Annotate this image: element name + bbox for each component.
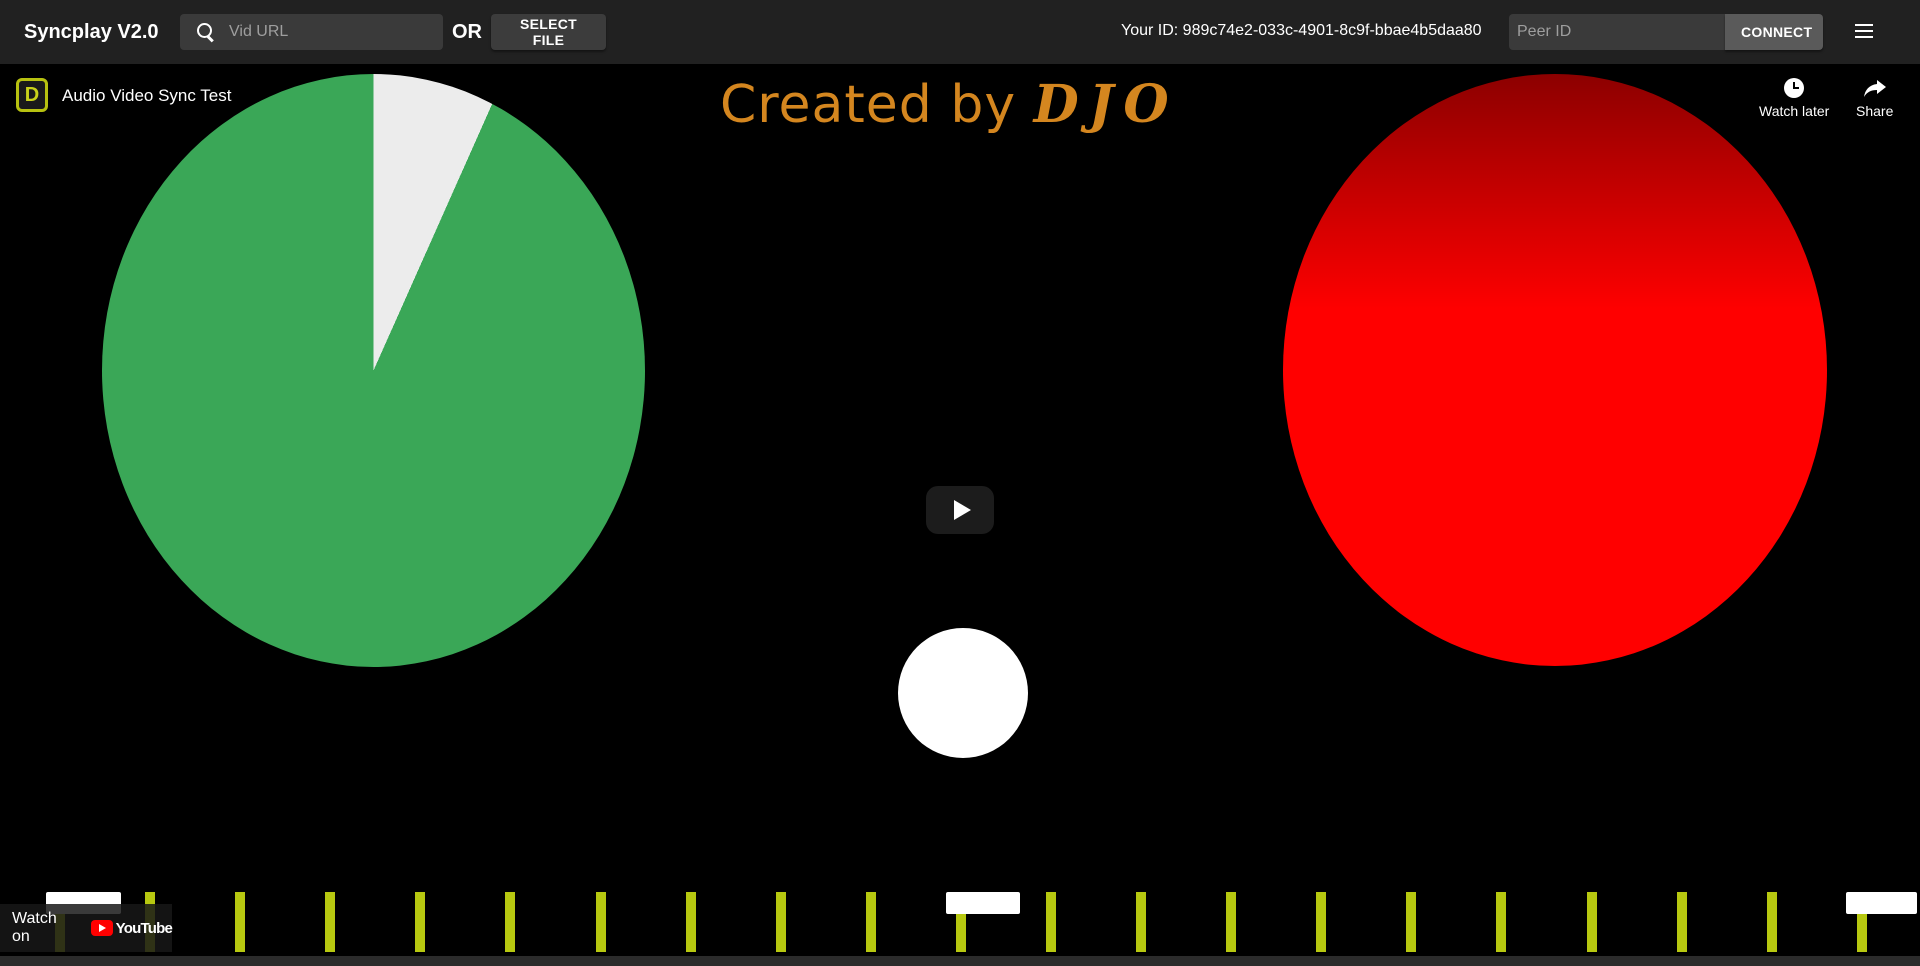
- green-pie-circle: [102, 74, 645, 667]
- sync-bar: [686, 892, 696, 952]
- connect-button[interactable]: CONNECT: [1725, 14, 1823, 50]
- white-marker: [946, 892, 1020, 914]
- white-marker: [1846, 892, 1917, 914]
- sync-bar: [596, 892, 606, 952]
- app-bar: Syncplay V2.0 OR SELECT FILE Your ID: 98…: [0, 0, 1920, 64]
- watch-later-label: Watch later: [1759, 103, 1830, 119]
- white-dot: [898, 628, 1028, 758]
- watch-on-label: Watch on: [12, 910, 57, 945]
- sync-bar: [1316, 892, 1326, 952]
- select-file-button[interactable]: SELECT FILE: [491, 14, 606, 50]
- sync-bar: [1226, 892, 1236, 952]
- sync-bar: [415, 892, 425, 952]
- hamburger-menu-icon[interactable]: [1855, 24, 1873, 38]
- youtube-wordmark: YouTube: [115, 919, 173, 937]
- sync-bar: [1046, 892, 1056, 952]
- sync-bar: [776, 892, 786, 952]
- sync-bar: [1496, 892, 1506, 952]
- youtube-play-icon: [90, 920, 113, 936]
- sync-bar: [1406, 892, 1416, 952]
- vid-url-input[interactable]: [229, 23, 429, 41]
- sync-bar: [1136, 892, 1146, 952]
- sync-bar: [325, 892, 335, 952]
- video-player[interactable]: Created by DJO D Audio Video Sync Test W…: [0, 64, 1920, 956]
- created-by-text: Created by: [720, 75, 1017, 135]
- sync-bar: [1677, 892, 1687, 952]
- share-button[interactable]: Share: [1856, 78, 1893, 119]
- clock-icon: [1784, 78, 1805, 98]
- sync-bar: [505, 892, 515, 952]
- channel-avatar[interactable]: D: [16, 78, 48, 112]
- peer-id-input[interactable]: [1517, 23, 1707, 41]
- share-icon: [1863, 80, 1886, 97]
- app-title: Syncplay V2.0: [24, 20, 159, 43]
- red-circle: [1283, 74, 1827, 666]
- search-icon: [195, 21, 217, 43]
- sync-bar: [235, 892, 245, 952]
- watch-on-youtube-button[interactable]: Watch on YouTube: [0, 904, 173, 952]
- youtube-logo: YouTube: [90, 919, 173, 937]
- player-bottom-strip: [0, 956, 1920, 966]
- url-search-box[interactable]: [180, 14, 443, 50]
- your-id-text: Your ID: 989c74e2-033c-4901-8c9f-bbae4b5…: [1121, 22, 1482, 39]
- sync-bar: [866, 892, 876, 952]
- watch-later-button[interactable]: Watch later: [1759, 78, 1829, 119]
- play-button[interactable]: [926, 486, 994, 534]
- peer-id-box[interactable]: [1509, 14, 1725, 50]
- sync-bar: [1587, 892, 1597, 952]
- share-label: Share: [1856, 103, 1894, 119]
- or-label: OR: [452, 20, 482, 43]
- sync-bar: [1767, 892, 1777, 952]
- djo-logo-text: DJO: [1033, 74, 1179, 135]
- created-by-banner: Created by DJO: [720, 74, 1179, 135]
- video-title[interactable]: Audio Video Sync Test: [62, 86, 232, 106]
